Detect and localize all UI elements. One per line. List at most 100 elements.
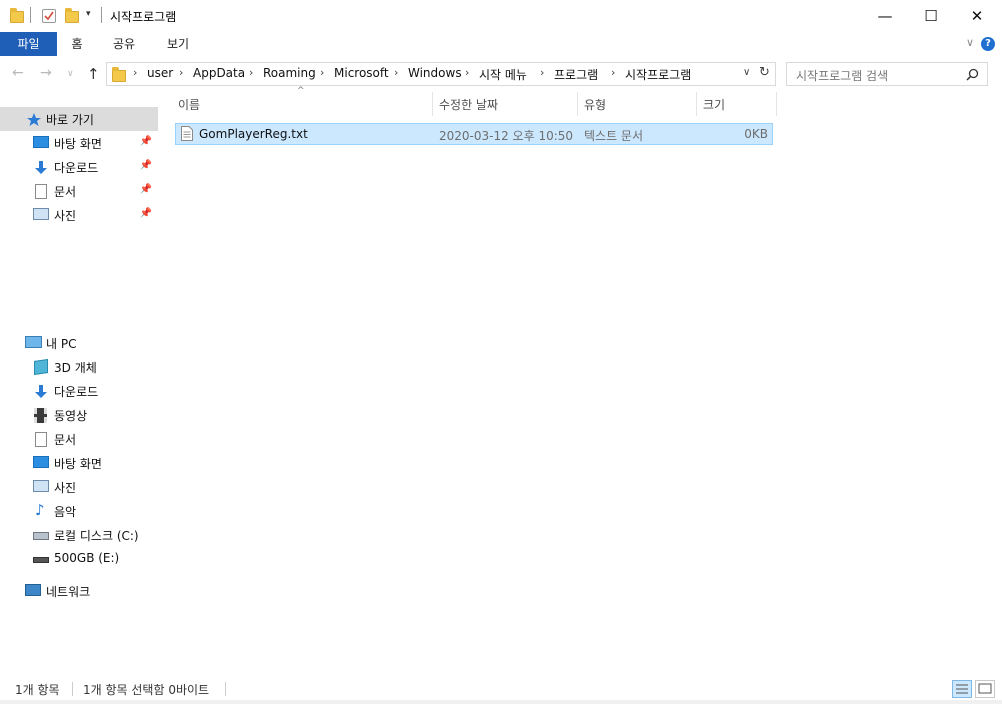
pictures-icon [33,480,49,492]
details-view-button[interactable] [952,680,972,698]
up-button[interactable]: ↑ [87,65,100,83]
column-header-modified[interactable]: 수정한 날짜 [439,96,498,120]
nav-this-pc[interactable]: 내 PC [0,331,158,355]
refresh-button[interactable]: ↻ [759,65,770,80]
forward-button[interactable]: → [40,65,52,81]
nav-item-3d-objects[interactable]: 3D 개체 [0,355,158,379]
minimize-button[interactable]: — [862,0,908,32]
breadcrumb-separator[interactable]: › [320,66,324,79]
nav-item-pictures[interactable]: 사진 [0,475,158,499]
nav-item-music[interactable]: ♪ 음악 [0,499,158,523]
breadcrumb-separator[interactable]: › [133,66,137,79]
star-icon [27,113,41,126]
back-button[interactable]: ← [12,65,24,81]
breadcrumb-windows[interactable]: Windows [408,66,462,80]
document-icon [35,184,47,199]
nav-label: 다운로드 [54,161,99,175]
pin-icon[interactable]: 📌 [140,208,152,219]
nav-item-downloads[interactable]: 다운로드 [0,379,158,403]
nav-item-desktop[interactable]: 바탕 화면 [0,451,158,475]
window-title: 시작프로그램 [110,10,177,24]
breadcrumb-roaming[interactable]: Roaming [263,66,316,80]
desktop-icon [33,136,49,148]
breadcrumb-separator[interactable]: › [540,66,544,79]
breadcrumb-start-menu[interactable]: 시작 메뉴 [479,66,527,83]
maximize-button[interactable]: ☐ [908,0,954,32]
nav-item-desktop-quick[interactable]: 바탕 화면 📌 [0,131,158,155]
status-divider [225,682,226,696]
search-icon[interactable] [966,68,979,81]
nav-item-videos[interactable]: 동영상 [0,403,158,427]
folder-icon [10,8,24,24]
nav-item-downloads-quick[interactable]: 다운로드 📌 [0,155,158,179]
nav-network[interactable]: 네트워크 [0,579,158,603]
nav-label: 음악 [54,505,77,519]
column-divider[interactable] [776,92,777,116]
column-divider[interactable] [432,92,433,116]
nav-label: 다운로드 [54,385,99,399]
nav-label: 사진 [54,481,77,495]
nav-label: 바로 가기 [46,113,94,127]
breadcrumb-microsoft[interactable]: Microsoft [334,66,389,80]
search-input[interactable]: 시작프로그램 검색 [796,67,888,84]
video-icon [34,408,47,423]
breadcrumb-programs[interactable]: 프로그램 [554,66,598,83]
close-button[interactable]: ✕ [954,0,1000,32]
large-icons-view-button[interactable] [975,680,995,698]
tab-home[interactable]: 홈 [62,32,92,56]
document-icon [35,432,47,447]
breadcrumb-separator[interactable]: › [394,66,398,79]
nav-item-local-disk-c[interactable]: 로컬 디스크 (C:) [0,523,158,547]
breadcrumb-user[interactable]: user [147,66,173,80]
tab-view[interactable]: 보기 [158,32,198,56]
nav-item-documents-quick[interactable]: 문서 📌 [0,179,158,203]
nav-label: 3D 개체 [54,361,97,375]
status-divider [72,682,73,696]
file-row[interactable]: GomPlayerReg.txt 2020-03-12 오후 10:50 텍스트… [175,123,773,145]
computer-icon [25,336,42,348]
local-disk-icon [33,532,49,540]
column-divider[interactable] [696,92,697,116]
breadcrumb-appdata[interactable]: AppData [193,66,245,80]
column-divider[interactable] [577,92,578,116]
file-size: 0KB [744,127,768,141]
nav-item-documents[interactable]: 문서 [0,427,158,451]
breadcrumb-separator[interactable]: › [249,66,253,79]
pin-icon[interactable]: 📌 [140,136,152,147]
selection-info: 1개 항목 선택함 0바이트 [83,683,210,697]
pictures-icon [33,208,49,220]
customize-quick-access-icon[interactable]: ▾ [86,9,91,19]
nav-quick-access[interactable]: 바로 가기 [0,107,158,131]
ribbon-expand-icon[interactable]: ∨ [966,36,974,49]
nav-item-pictures-quick[interactable]: 사진 📌 [0,203,158,227]
pin-icon[interactable]: 📌 [140,184,152,195]
column-header-size[interactable]: 크기 [703,96,725,120]
nav-item-drive-e[interactable]: 500GB (E:) [0,547,158,571]
column-header-name[interactable]: 이름 [178,96,200,120]
breadcrumb-separator[interactable]: › [611,66,615,79]
nav-label: 문서 [54,433,77,447]
drive-icon [33,557,49,563]
tab-file[interactable]: 파일 [0,32,57,56]
breadcrumb-startup[interactable]: 시작프로그램 [625,66,691,83]
search-box[interactable]: 시작프로그램 검색 [786,62,988,86]
nav-label: 네트워크 [46,585,91,599]
large-icons-view-icon [978,683,992,694]
recent-locations-button[interactable]: ∨ [67,69,74,79]
help-icon[interactable]: ? [981,37,995,51]
breadcrumb-separator[interactable]: › [179,66,183,79]
details-view-icon [956,684,968,694]
text-file-icon [181,126,193,141]
address-bar[interactable]: › user › AppData › Roaming › Microsoft ›… [106,62,776,86]
properties-icon[interactable] [42,9,56,23]
new-folder-icon[interactable] [65,8,79,24]
address-dropdown-button[interactable]: ∨ [743,67,750,78]
breadcrumb-separator[interactable]: › [465,66,469,79]
3d-objects-icon [34,359,48,375]
column-header-type[interactable]: 유형 [584,96,606,120]
network-icon [25,584,41,596]
tab-share[interactable]: 공유 [104,32,144,56]
download-icon [35,385,47,398]
nav-label: 바탕 화면 [54,137,102,151]
pin-icon[interactable]: 📌 [140,160,152,171]
